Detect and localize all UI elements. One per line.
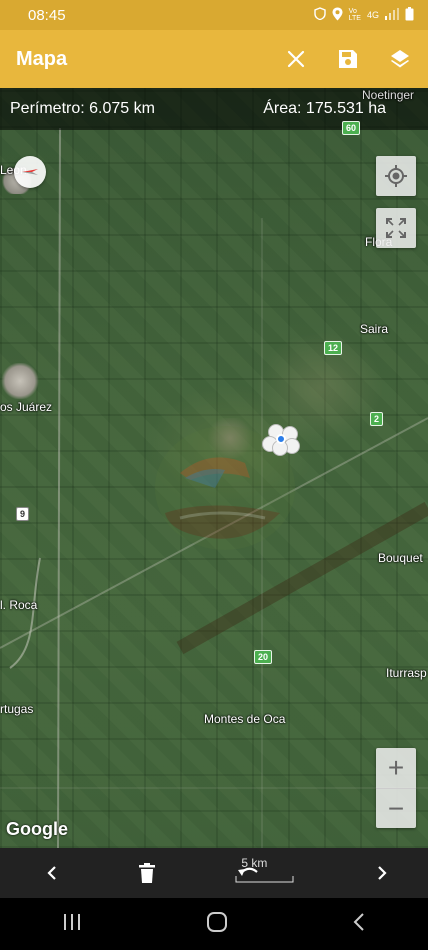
my-location-button[interactable]: [376, 156, 416, 196]
location-icon: [332, 7, 343, 24]
road-badge-60: 60: [342, 121, 361, 135]
next-button[interactable]: [376, 858, 388, 888]
layers-button[interactable]: [388, 47, 412, 71]
save-button[interactable]: [336, 47, 360, 71]
compass-icon: [22, 169, 38, 175]
back-icon: [353, 912, 364, 931]
map-label-bouquet: Bouquet: [378, 551, 423, 565]
zoom-in-button[interactable]: +: [376, 748, 416, 788]
trash-icon: [138, 863, 155, 883]
map-label-juarez: os Juárez: [0, 400, 53, 414]
status-icons: Vo LTE 4G: [313, 6, 414, 24]
4g-icon: 4G: [366, 10, 379, 20]
zoom-controls: + −: [376, 748, 416, 828]
save-icon: [339, 50, 357, 68]
map-view[interactable]: Perímetro: 6.075 km Área: 175.531 ha Noe…: [0, 88, 428, 848]
map-label-saira: Saira: [360, 322, 389, 336]
area-text: Área: 175.531 ha: [263, 100, 386, 117]
perimeter-text: Perímetro: 6.075 km: [10, 100, 155, 117]
undo-button[interactable]: 5 km: [235, 856, 295, 888]
map-label-tortugas: rtugas: [0, 702, 34, 716]
app-actions: [284, 47, 412, 71]
road-badge-12: 12: [324, 341, 343, 355]
signal-icon: [385, 7, 399, 23]
map-label-roca: l. Roca: [0, 598, 38, 612]
back-button[interactable]: [352, 912, 366, 937]
zoom-out-button[interactable]: −: [376, 788, 416, 828]
volte-icon: Vo LTE: [348, 8, 361, 22]
home-button[interactable]: [206, 911, 228, 938]
road-badge-2: 2: [370, 412, 384, 426]
scale-bar: [235, 876, 294, 883]
map-label-montes-de-oca: Montes de Oca: [204, 712, 286, 726]
recent-apps-button[interactable]: [62, 913, 82, 936]
current-location-marker[interactable]: [262, 424, 302, 458]
fullscreen-icon: [386, 218, 406, 238]
road-badge-20: 20: [254, 650, 273, 664]
status-bar: 08:45 Vo LTE 4G: [0, 0, 428, 30]
location-dot: [276, 434, 286, 444]
battery-icon: [405, 6, 414, 24]
home-icon: [207, 911, 227, 932]
fullscreen-button[interactable]: [376, 208, 416, 248]
security-icon: [313, 7, 326, 23]
chevron-right-icon: [378, 866, 387, 880]
close-button[interactable]: [284, 47, 308, 71]
recent-apps-icon: [64, 913, 80, 930]
compass-button[interactable]: [14, 156, 46, 188]
map-label-noetinger: Noetinger: [362, 88, 415, 102]
layers-icon: [391, 50, 409, 68]
bottom-toolbar: 5 km: [0, 848, 428, 898]
system-nav-bar: [0, 898, 428, 950]
road-badge-9: 9: [16, 507, 30, 521]
previous-button[interactable]: [46, 858, 58, 888]
close-icon: [287, 50, 305, 68]
crosshair-icon: [385, 165, 407, 187]
delete-button[interactable]: [138, 858, 155, 888]
app-bar: Mapa: [0, 30, 428, 88]
map-label-iturraspe: Iturrasp: [386, 666, 427, 680]
status-time: 08:45: [28, 6, 66, 24]
google-logo: Google: [6, 819, 68, 839]
chevron-left-icon: [47, 866, 56, 880]
app-title: Mapa: [16, 47, 68, 70]
